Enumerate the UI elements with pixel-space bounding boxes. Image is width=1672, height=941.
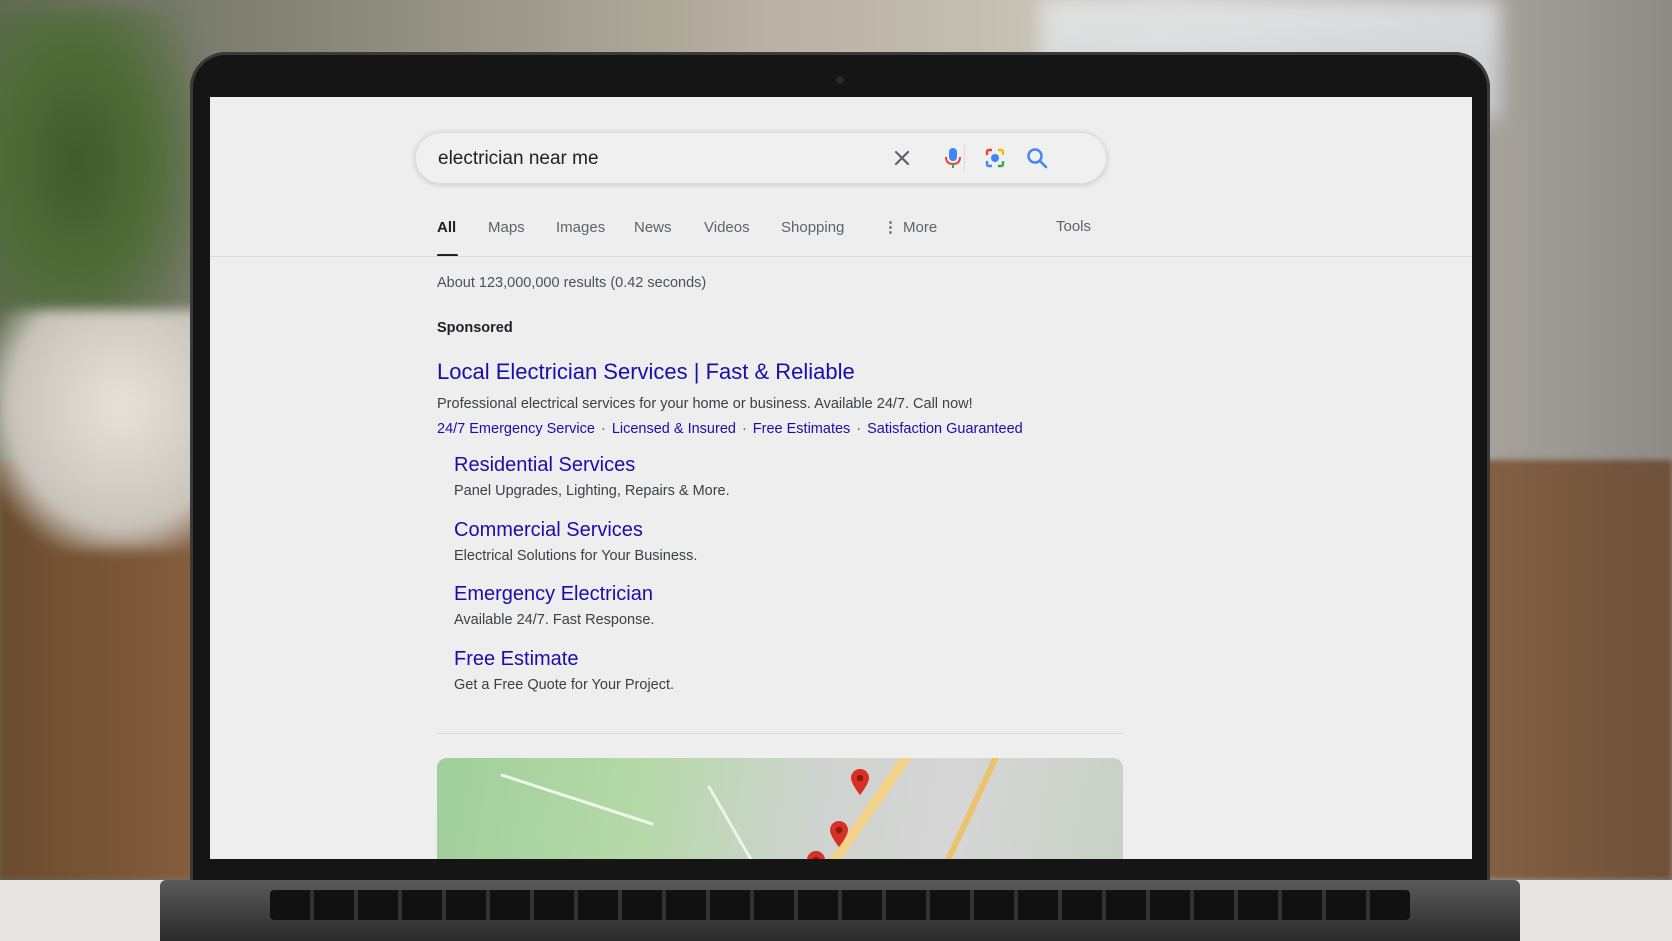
ad-extension-link[interactable]: 24/7 Emergency Service	[437, 421, 595, 437]
tab-news[interactable]: News	[634, 219, 672, 236]
more-vert-icon: ⋮	[883, 219, 898, 236]
camera-lens-icon[interactable]	[983, 146, 1007, 170]
search-icon[interactable]	[1025, 146, 1049, 170]
tab-maps[interactable]: Maps	[488, 219, 525, 236]
separator-dot: ·	[600, 421, 606, 437]
tab-images[interactable]: Images	[556, 219, 605, 236]
map-pin-icon[interactable]	[828, 820, 850, 848]
tab-more-label: More	[903, 219, 938, 236]
tab-shopping[interactable]: Shopping	[781, 219, 844, 236]
search-bar[interactable]	[415, 132, 1107, 184]
browser-screen: All Maps Images News Videos Shopping ⋮ Mo…	[210, 97, 1472, 859]
ad-extension-link[interactable]: Licensed & Insured	[612, 421, 736, 437]
separator-dot: ·	[856, 421, 862, 437]
sitelink-description: Available 24/7. Fast Response.	[454, 612, 655, 628]
sitelink-commercial: Commercial Services Electrical Solutions…	[454, 519, 697, 564]
section-divider	[437, 733, 1123, 734]
sitelink-title[interactable]: Commercial Services	[454, 519, 697, 542]
sitelink-description: Panel Upgrades, Lighting, Repairs & More…	[454, 483, 730, 499]
sponsored-label: Sponsored	[437, 320, 513, 336]
tabs-divider	[210, 256, 1472, 257]
webcam	[836, 76, 844, 84]
ad-extension-link[interactable]: Satisfaction Guaranteed	[867, 421, 1023, 437]
sitelink-emergency: Emergency Electrician Available 24/7. Fa…	[454, 583, 654, 628]
ad-extension-link[interactable]: Free Estimates	[753, 421, 851, 437]
background-plant-pot	[0, 310, 210, 550]
sitelink-free-estimate: Free Estimate Get a Free Quote for Your …	[454, 648, 674, 693]
sitelink-title[interactable]: Residential Services	[454, 454, 730, 477]
sitelink-residential: Residential Services Panel Upgrades, Lig…	[454, 454, 730, 499]
sitelink-description: Electrical Solutions for Your Business.	[454, 548, 698, 564]
map-road	[500, 773, 654, 826]
local-results-map[interactable]	[437, 758, 1123, 859]
keyboard-row	[270, 890, 1410, 920]
ad-title-link[interactable]: Local Electrician Services | Fast & Reli…	[437, 359, 855, 385]
result-stats: About 123,000,000 results (0.42 seconds)	[437, 275, 707, 291]
map-road	[937, 758, 1003, 859]
sitelink-title[interactable]: Emergency Electrician	[454, 583, 654, 606]
close-icon[interactable]	[890, 146, 914, 170]
tab-videos[interactable]: Videos	[704, 219, 750, 236]
tab-all[interactable]: All	[437, 219, 456, 236]
search-input[interactable]	[436, 145, 880, 173]
sitelink-description: Get a Free Quote for Your Project.	[454, 677, 675, 693]
ad-description: Professional electrical services for you…	[437, 396, 973, 412]
map-road	[707, 785, 770, 859]
ad-extensions: 24/7 Emergency Service · Licensed & Insure…	[437, 421, 1023, 437]
sitelink-title[interactable]: Free Estimate	[454, 648, 674, 671]
map-pin-icon[interactable]	[805, 850, 827, 859]
separator-dot: ·	[741, 421, 747, 437]
tab-more[interactable]: ⋮ More	[883, 218, 937, 236]
map-pin-icon[interactable]	[849, 768, 871, 796]
microphone-icon[interactable]	[941, 146, 965, 170]
tools-button[interactable]: Tools	[1056, 218, 1091, 235]
